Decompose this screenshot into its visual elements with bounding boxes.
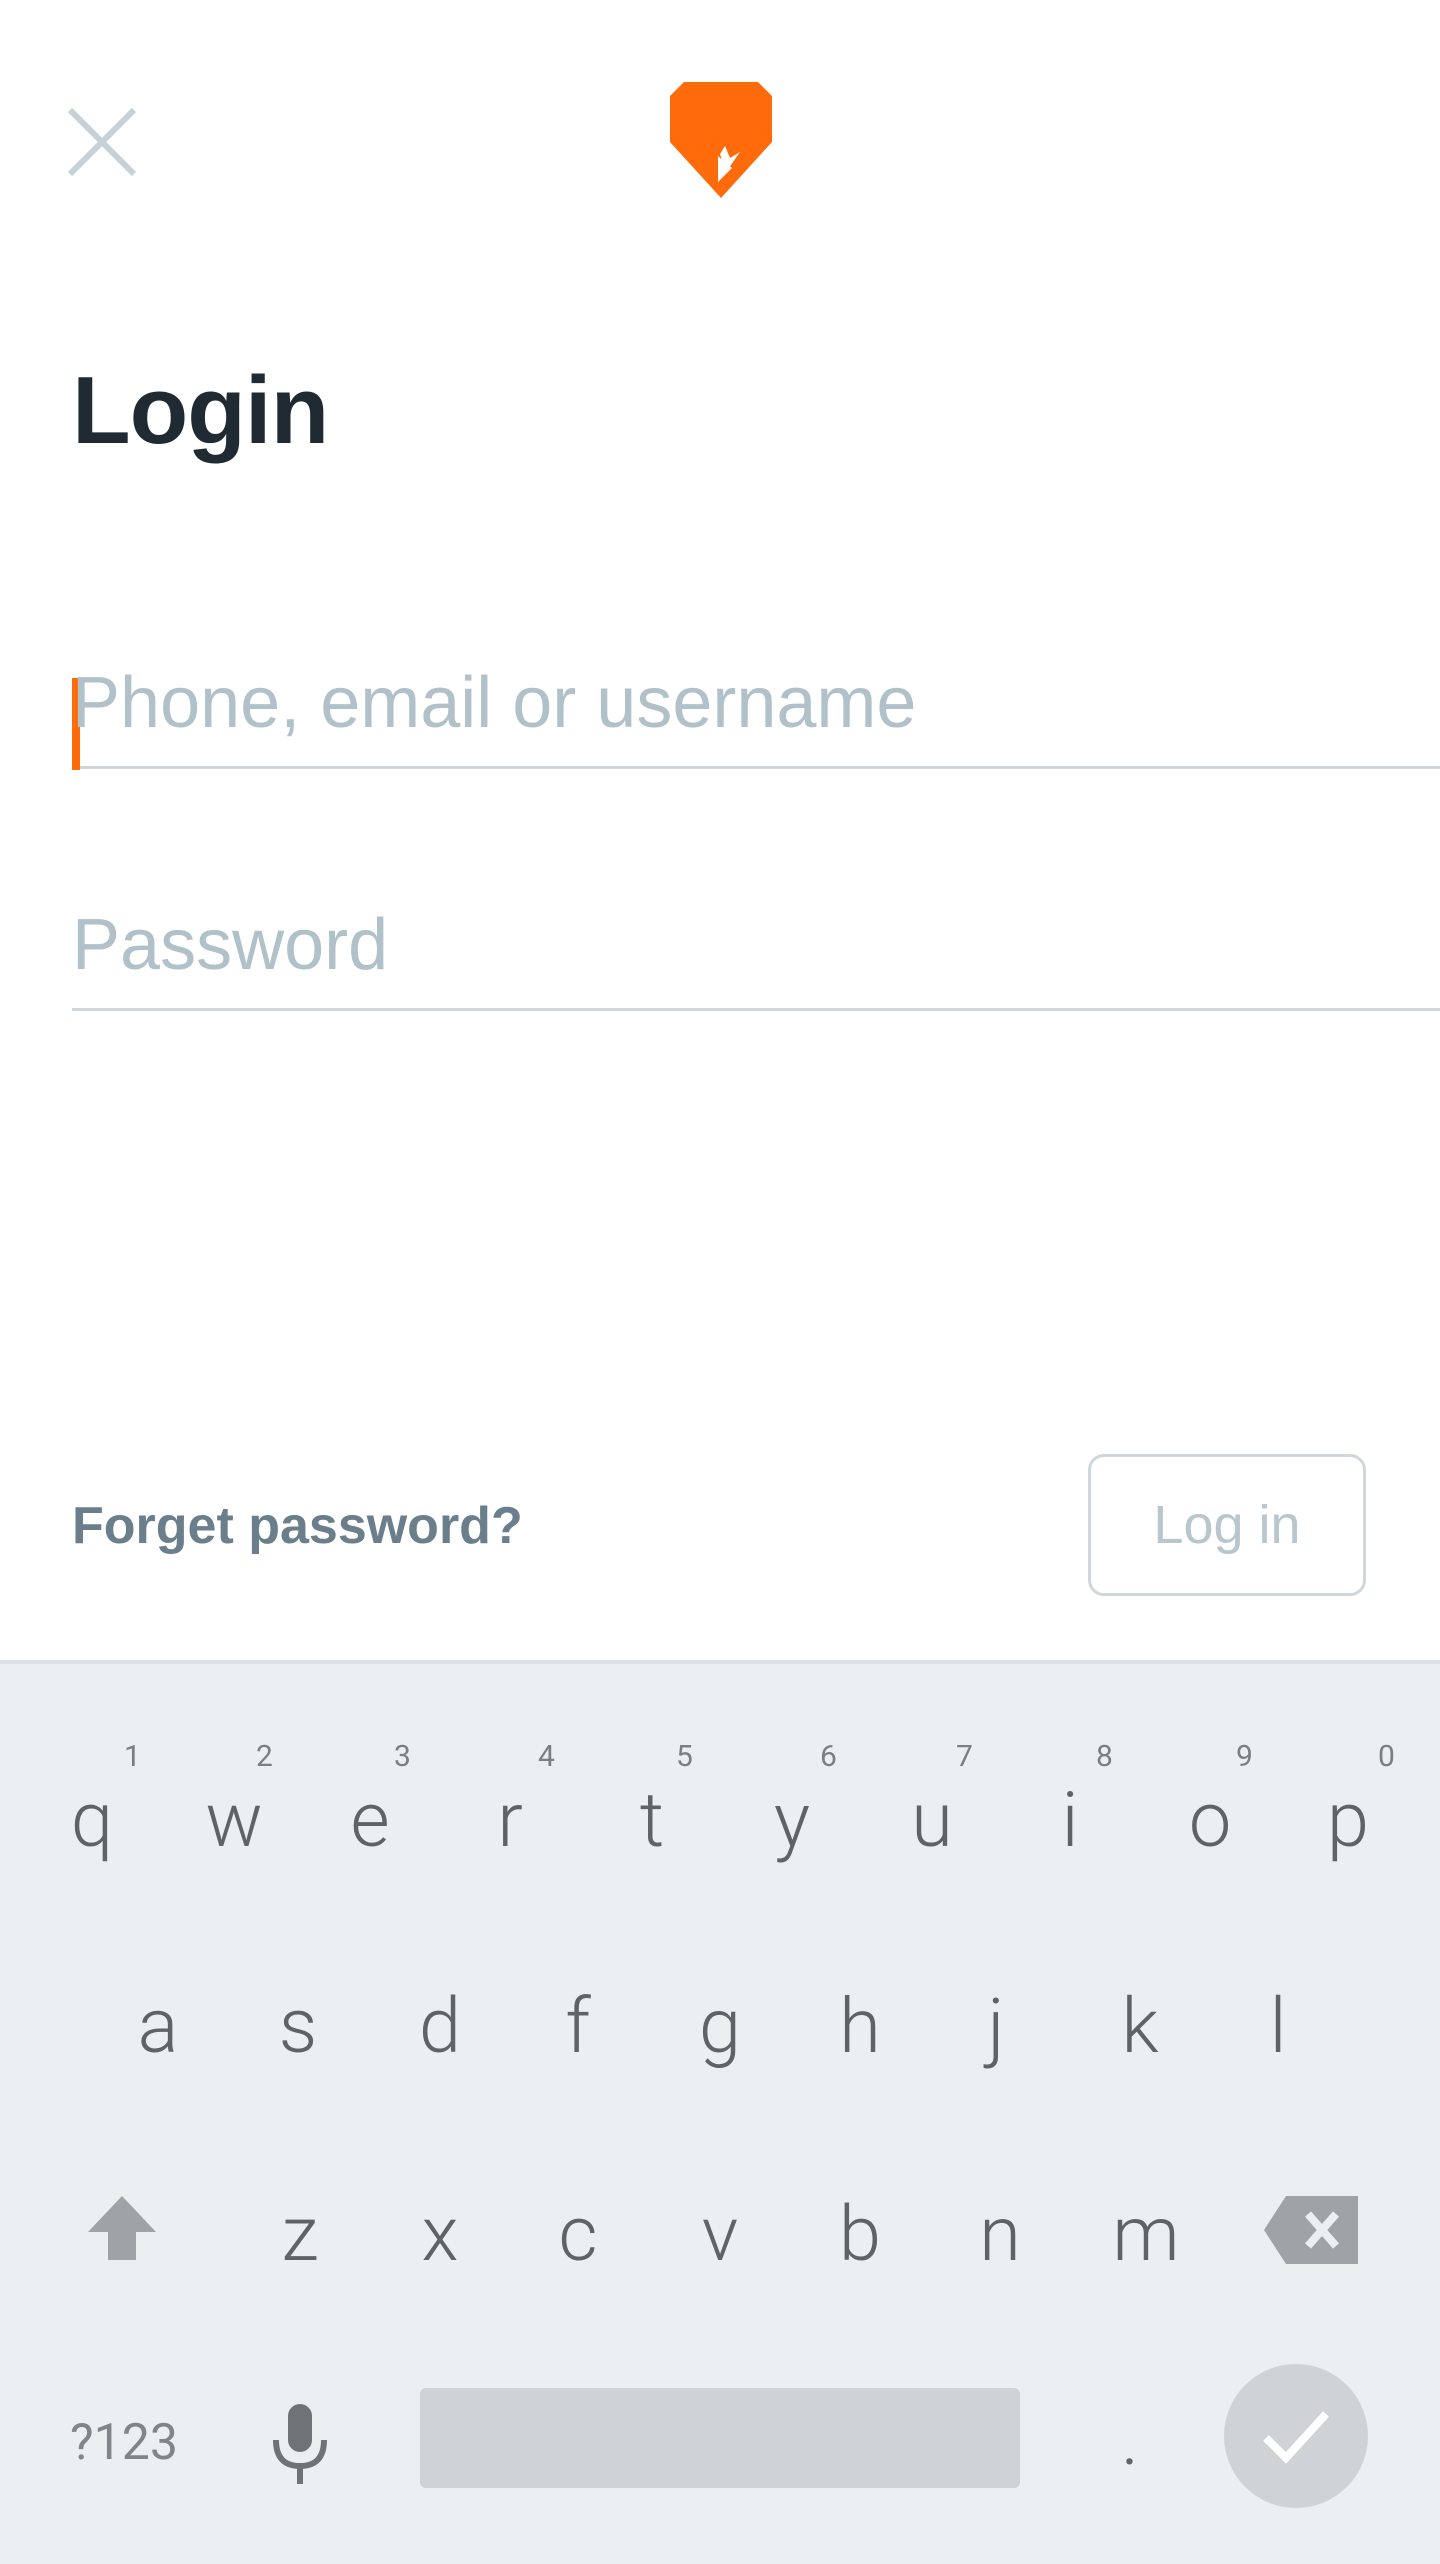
key-d[interactable]: d [400, 1988, 480, 2064]
key-hint: 2 [256, 1739, 273, 1774]
logo [670, 82, 772, 200]
key-hint: 4 [538, 1739, 555, 1774]
key-hint: 8 [1096, 1739, 1113, 1774]
page-title: Login [72, 357, 329, 464]
key-g[interactable]: g [680, 1988, 760, 2064]
key-l[interactable]: l [1238, 1988, 1318, 2064]
key-o[interactable]: o 9 [1170, 1742, 1253, 1859]
key-i[interactable]: i 8 [1030, 1742, 1112, 1859]
key-h[interactable]: h [820, 1988, 900, 2064]
backspace-key[interactable] [1262, 2190, 1362, 2270]
symbols-key[interactable]: ?123 [70, 2414, 178, 2472]
password-field[interactable] [72, 882, 1440, 1011]
key-k[interactable]: k [1100, 1988, 1180, 2064]
key-m[interactable]: m [1096, 2196, 1196, 2272]
key-label: u [911, 1775, 953, 1865]
voice-input-key[interactable] [270, 2400, 330, 2490]
shift-icon [88, 2196, 156, 2260]
backspace-icon [1264, 2196, 1358, 2264]
key-hint: 5 [676, 1739, 693, 1774]
key-hint: 6 [820, 1739, 837, 1774]
key-p[interactable]: p 0 [1308, 1742, 1395, 1859]
key-t[interactable]: t 5 [612, 1742, 693, 1859]
key-label: i [1061, 1775, 1079, 1865]
period-key[interactable]: . [1110, 2400, 1150, 2476]
checkmark-icon [1263, 2411, 1329, 2464]
key-q[interactable]: q 1 [52, 1742, 141, 1859]
key-v[interactable]: v [680, 2196, 760, 2272]
login-button[interactable]: Log in [1088, 1454, 1366, 1596]
key-label: o [1188, 1775, 1232, 1865]
key-r[interactable]: r 4 [470, 1742, 555, 1859]
key-label: q [70, 1775, 114, 1865]
forgot-password-link[interactable]: Forget password? [72, 1496, 523, 1556]
key-label: p [1326, 1775, 1370, 1865]
space-key[interactable] [420, 2388, 1020, 2488]
key-hint: 9 [1236, 1739, 1253, 1774]
key-label: t [639, 1775, 665, 1865]
key-w[interactable]: w 2 [194, 1742, 274, 1859]
key-e[interactable]: e 3 [330, 1742, 411, 1859]
key-label: y [773, 1775, 811, 1865]
key-label: w [205, 1775, 263, 1865]
key-x[interactable]: x [400, 2196, 480, 2272]
enter-key[interactable] [1224, 2364, 1368, 2508]
key-a[interactable]: a [118, 1988, 198, 2064]
close-icon [67, 107, 137, 177]
username-input[interactable] [72, 640, 1440, 766]
shield-logo-icon [670, 82, 772, 198]
key-n[interactable]: n [960, 2196, 1040, 2272]
key-b[interactable]: b [820, 2196, 900, 2272]
key-j[interactable]: j [956, 1988, 1036, 2064]
key-hint: 1 [124, 1739, 141, 1774]
microphone-icon [273, 2404, 327, 2484]
key-y[interactable]: y 6 [752, 1742, 837, 1859]
key-z[interactable]: z [260, 2196, 340, 2272]
key-s[interactable]: s [258, 1988, 338, 2064]
username-field[interactable] [72, 640, 1440, 770]
shift-key[interactable] [82, 2188, 162, 2268]
close-button[interactable] [64, 104, 140, 180]
key-hint: 3 [394, 1739, 411, 1774]
key-u[interactable]: u 7 [892, 1742, 973, 1859]
key-hint: 7 [956, 1739, 973, 1774]
key-label: r [497, 1775, 523, 1865]
key-f[interactable]: f [538, 1988, 618, 2064]
key-hint: 0 [1378, 1739, 1395, 1774]
password-input[interactable] [72, 882, 1440, 1008]
key-label: e [350, 1775, 390, 1865]
key-c[interactable]: c [538, 2196, 618, 2272]
